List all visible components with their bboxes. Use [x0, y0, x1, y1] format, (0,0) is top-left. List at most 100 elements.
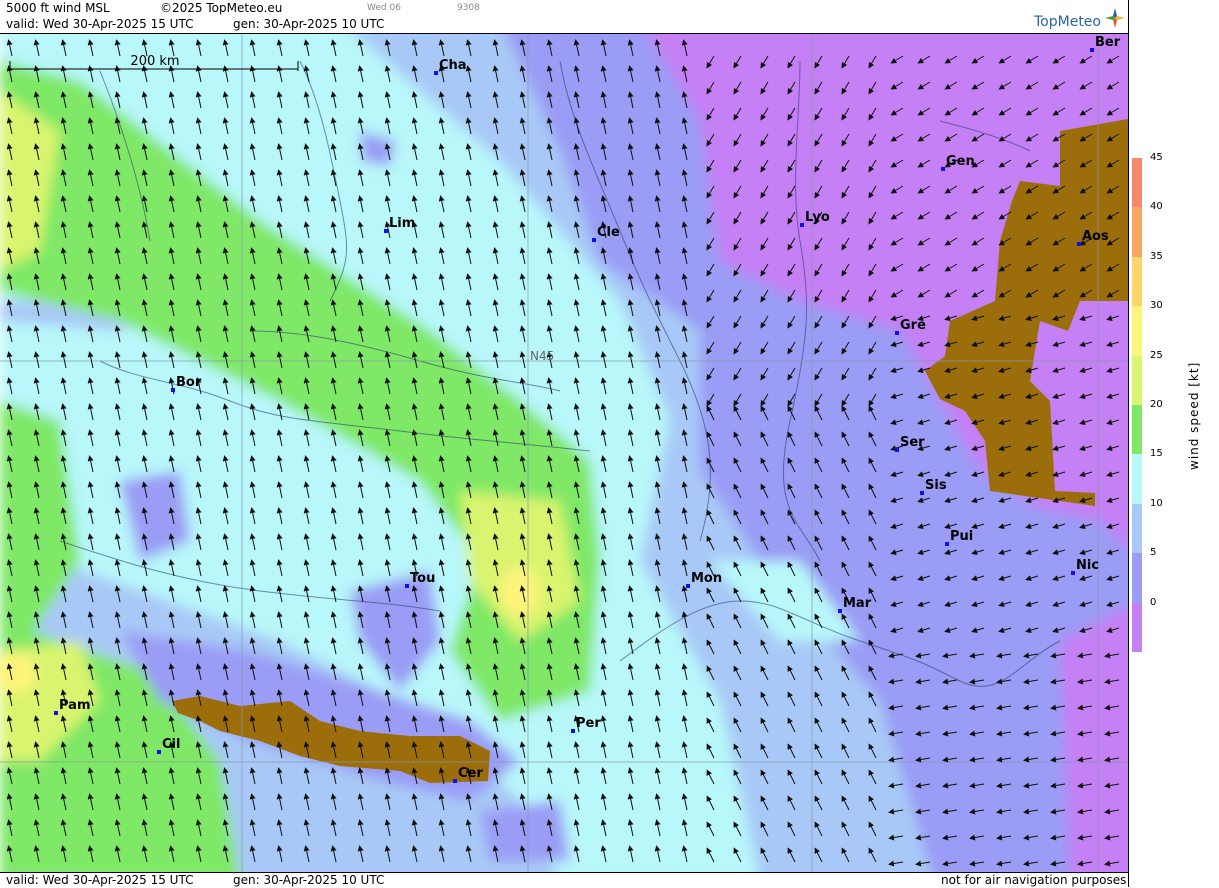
city-marker [800, 223, 804, 227]
city-pui: Pui [945, 529, 973, 546]
wind-speed-legend: 45 40 35 30 25 20 15 10 5 0 wind speed [kt] [1128, 0, 1219, 887]
legend-tick: 10 [1150, 497, 1163, 509]
city-cha: Cha [434, 58, 467, 75]
grid-label-n45: N45 [530, 349, 554, 363]
city-label: Cil [162, 737, 180, 752]
legend-swatch [1132, 454, 1142, 504]
footer-gen: gen: 30-Apr-2025 10 UTC [233, 873, 385, 887]
city-marker [453, 779, 457, 783]
city-label: Sis [925, 478, 947, 493]
city-label: Cle [597, 225, 620, 240]
city-lyo: Lyo [800, 210, 830, 227]
city-marker [571, 729, 575, 733]
legend-swatch [1132, 405, 1142, 455]
city-nic: Nic [1071, 558, 1099, 575]
legend-colorbar [1132, 158, 1142, 652]
legend-tick: 0 [1150, 596, 1157, 608]
city-aos: Aos [1077, 229, 1109, 246]
city-marker [384, 229, 388, 233]
legend-tick: 45 [1150, 152, 1163, 163]
legend-tick: 5 [1150, 547, 1157, 559]
city-marker [838, 609, 842, 613]
city-marker [54, 711, 58, 715]
city-label: Nic [1076, 558, 1099, 573]
footer-valid: valid: Wed 30-Apr-2025 15 UTC [6, 873, 194, 887]
city-label: Mar [843, 596, 872, 611]
topmeteo-logo: TopMeteo [1034, 8, 1126, 30]
legend-swatch [1132, 158, 1142, 208]
city-marker [895, 331, 899, 335]
city-marker [1090, 48, 1094, 52]
city-marker [434, 71, 438, 75]
city-marker [405, 584, 409, 588]
city-mar: Mar [838, 596, 872, 613]
city-per: Per [571, 716, 601, 733]
copyright: ©2025 TopMeteo.eu [160, 1, 283, 15]
header-line-1: 5000 ft wind MSL ©2025 TopMeteo.eu Wed 0… [0, 0, 1128, 16]
city-label: Cha [439, 58, 467, 73]
legend-swatch [1132, 355, 1142, 405]
city-label: Ber [1095, 35, 1121, 50]
wind-map[interactable]: 200 km N45 Cha Ber Lim Cle Gen Lyo Aos Gre Bor Se… [0, 33, 1128, 873]
city-label: Lyo [805, 210, 830, 225]
city-label: Pam [59, 698, 91, 713]
legend-tick: 35 [1150, 250, 1163, 262]
city-marker [592, 238, 596, 242]
gen-time: gen: 30-Apr-2025 10 UTC [233, 17, 385, 31]
legend-tick: 15 [1150, 448, 1163, 460]
city-pam: Pam [54, 698, 91, 715]
city-marker [920, 491, 924, 495]
disclaimer: not for air navigation purposes [941, 873, 1127, 887]
city-gen: Gen [941, 154, 975, 171]
city-marker [1071, 571, 1075, 575]
city-marker [157, 750, 161, 754]
legend-title: wind speed [kt] [1187, 361, 1201, 470]
city-gre: Gre [895, 318, 926, 335]
valid-time: valid: Wed 30-Apr-2025 15 UTC [6, 17, 194, 31]
city-marker [895, 448, 899, 452]
legend-tick: 30 [1150, 300, 1163, 312]
legend-swatch [1132, 602, 1142, 652]
legend-tick: 25 [1150, 349, 1163, 361]
city-marker [941, 167, 945, 171]
city-label: Per [576, 716, 601, 731]
city-mon: Mon [686, 571, 722, 588]
legend-swatch [1132, 553, 1142, 603]
footer: valid: Wed 30-Apr-2025 15 UTC gen: 30-Ap… [0, 872, 1128, 888]
city-sis: Sis [920, 478, 947, 495]
city-label: Gen [946, 154, 975, 169]
scale-label: 200 km [130, 54, 179, 69]
city-ser: Ser [895, 435, 925, 452]
legend-tick: 20 [1150, 399, 1163, 410]
city-label: Mon [691, 571, 722, 586]
product-title: 5000 ft wind MSL [6, 1, 110, 15]
brand-text: TopMeteo [1034, 14, 1101, 30]
city-ber: Ber [1090, 35, 1121, 52]
city-label: Bor [176, 375, 202, 390]
city-marker [171, 388, 175, 392]
city-label: Pui [950, 529, 973, 544]
small-code: 9308 [457, 3, 480, 13]
compass-icon [1105, 8, 1126, 28]
legend-tick: 40 [1150, 201, 1163, 213]
legend-swatch [1132, 306, 1142, 356]
city-marker [686, 584, 690, 588]
legend-swatch [1132, 503, 1142, 554]
city-label: Cer [458, 766, 483, 781]
city-bor: Bor [171, 375, 202, 392]
day-code: Wed 06 [367, 3, 401, 13]
city-marker [1077, 242, 1081, 246]
city-cer: Cer [453, 766, 483, 783]
legend-swatch [1132, 207, 1142, 257]
city-label: Ser [900, 435, 925, 450]
city-label: Gre [900, 318, 926, 333]
header-line-2: valid: Wed 30-Apr-2025 15 UTC gen: 30-Ap… [0, 16, 1128, 32]
city-marker [945, 542, 949, 546]
city-label: Tou [410, 571, 435, 586]
city-lim: Lim [384, 216, 415, 233]
city-label: Lim [389, 216, 415, 231]
city-cle: Cle [592, 225, 620, 242]
city-tou: Tou [405, 571, 435, 588]
city-label: Aos [1082, 229, 1109, 244]
legend-swatch [1132, 256, 1142, 307]
